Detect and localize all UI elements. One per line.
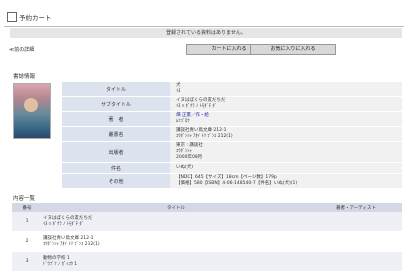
contents-title: 内容一覧	[13, 196, 36, 202]
cart-title: 予約カート	[19, 14, 52, 22]
cart-notice: 登録されている資料はありません。	[10, 28, 402, 38]
info-row-author: 著 者 畑 正憲／作・絵 ﾑﾂｺﾞﾛｳ	[62, 111, 402, 127]
contents-table: 番号 タイトル 著者・アーティスト 1 イヌはぼくらの友だちだ ｲﾇ ﾊ ﾎﾞｸﾗ…	[12, 203, 402, 272]
info-row-title: タイトル 犬ｲﾇ	[62, 82, 402, 97]
info-row-other: その他 【NDC】645【サイズ】18cm【ページ数】179p 【価格】580【I…	[62, 173, 402, 189]
contents-row: 3 動物の学校 1 ﾄﾞｳﾌﾞﾂ ﾉ ｶﾞｯｺｳ 1	[12, 251, 402, 272]
contents-row: 1 イヌはぼくらの友だちだ ｲﾇ ﾊ ﾎﾞｸﾗ ﾉ ﾄﾓﾀﾞﾁ ﾀﾞ	[12, 212, 402, 232]
book-info-table: タイトル 犬ｲﾇ サブタイトル イヌはぼくらの友だちだ ｲﾇ ﾊ ﾎﾞｸﾗ ﾉ ﾄ…	[62, 82, 402, 189]
back-link[interactable]: ≪前の詳細	[9, 46, 34, 53]
add-to-favorites-button[interactable]: お気に入りに入れる	[250, 44, 336, 55]
info-row-subtitle: サブタイトル イヌはぼくらの友だちだ ｲﾇ ﾊ ﾎﾞｸﾗ ﾉ ﾄﾓﾀﾞﾁ ﾀﾞ	[62, 96, 402, 112]
book-cover-image	[13, 83, 51, 139]
contents-row: 2 講談社青い鳥文庫 212-1 ｺｳﾀﾞﾝｼｬ ｱｵｲ ﾄﾘ ﾌﾞﾝｺ 212(…	[12, 231, 402, 252]
cart-header: 予約カート	[4, 10, 404, 27]
book-info-title: 書誌情報	[13, 74, 36, 80]
info-row-series: 叢書名 講談社青い鳥文庫 212-1 ｺｳﾀﾞﾝｼｬ ｱｵｲ ﾄﾘ ﾌﾞﾝｺ 21…	[62, 126, 402, 142]
cart-icon	[7, 12, 17, 22]
info-row-publisher: 出版者 東京 : 講談社 ｺｳﾀﾞﾝｼｬ 2000年08月	[62, 141, 402, 163]
contents-header-row: 番号 タイトル 著者・アーティスト	[12, 203, 402, 212]
info-row-subject: 件名 いぬ(犬)	[62, 162, 402, 174]
